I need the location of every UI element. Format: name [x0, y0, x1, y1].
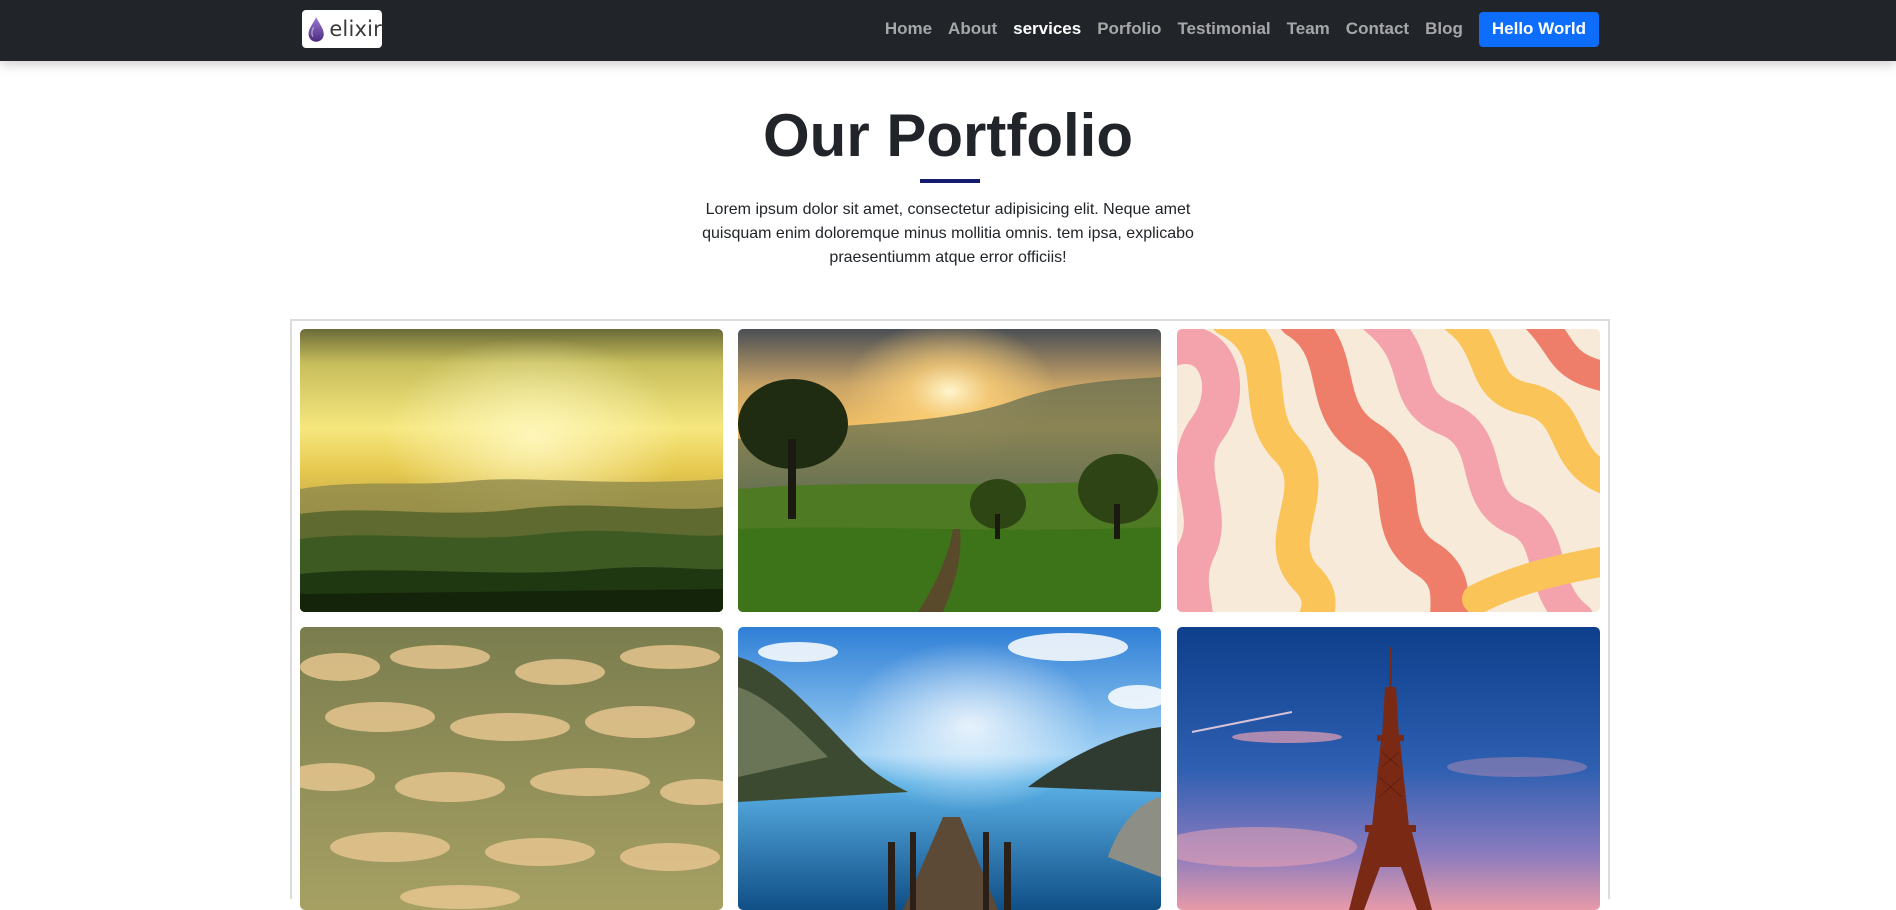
nav-link-services[interactable]: services [1013, 19, 1081, 39]
portfolio-image-cloudy-sky[interactable] [300, 627, 723, 910]
eiffel-tower-image [1177, 627, 1600, 910]
nav-link-home[interactable]: Home [885, 19, 932, 39]
golden-hills-image [300, 329, 723, 612]
portfolio-image-eiffel-tower[interactable] [1177, 627, 1600, 910]
pier-lake-image [738, 627, 1161, 910]
elixir-drop-icon [308, 17, 324, 42]
nav-link-contact[interactable]: Contact [1346, 19, 1409, 39]
cloudy-sky-image [300, 627, 723, 910]
sunrise-meadow-image [738, 329, 1161, 612]
portfolio-image-wavy-pattern[interactable] [1177, 329, 1600, 612]
navbar: elixir Home About services Porfolio Test… [0, 0, 1896, 61]
portfolio-title: Our Portfolio [763, 102, 1133, 169]
hello-world-button[interactable]: Hello World [1478, 11, 1599, 47]
nav-menu: Home About services Porfolio Testimonial… [869, 0, 1599, 58]
nav-link-team[interactable]: Team [1287, 19, 1330, 39]
nav-link-testimonial[interactable]: Testimonial [1177, 19, 1270, 39]
portfolio-image-sunrise-meadow[interactable] [738, 329, 1161, 612]
portfolio-gallery [290, 319, 1610, 910]
nav-link-portfolio[interactable]: Porfolio [1097, 19, 1161, 39]
nav-link-blog[interactable]: Blog [1425, 19, 1463, 39]
wavy-pattern-image [1177, 329, 1600, 612]
portfolio-description: Lorem ipsum dolor sit amet, consectetur … [702, 201, 1194, 266]
nav-link-about[interactable]: About [948, 19, 997, 39]
portfolio-image-golden-hills[interactable] [300, 329, 723, 612]
brand-logo[interactable]: elixir [302, 10, 382, 48]
brand-name: elixir [329, 17, 382, 41]
portfolio-image-pier-lake[interactable] [738, 627, 1161, 910]
title-underline [920, 179, 980, 183]
